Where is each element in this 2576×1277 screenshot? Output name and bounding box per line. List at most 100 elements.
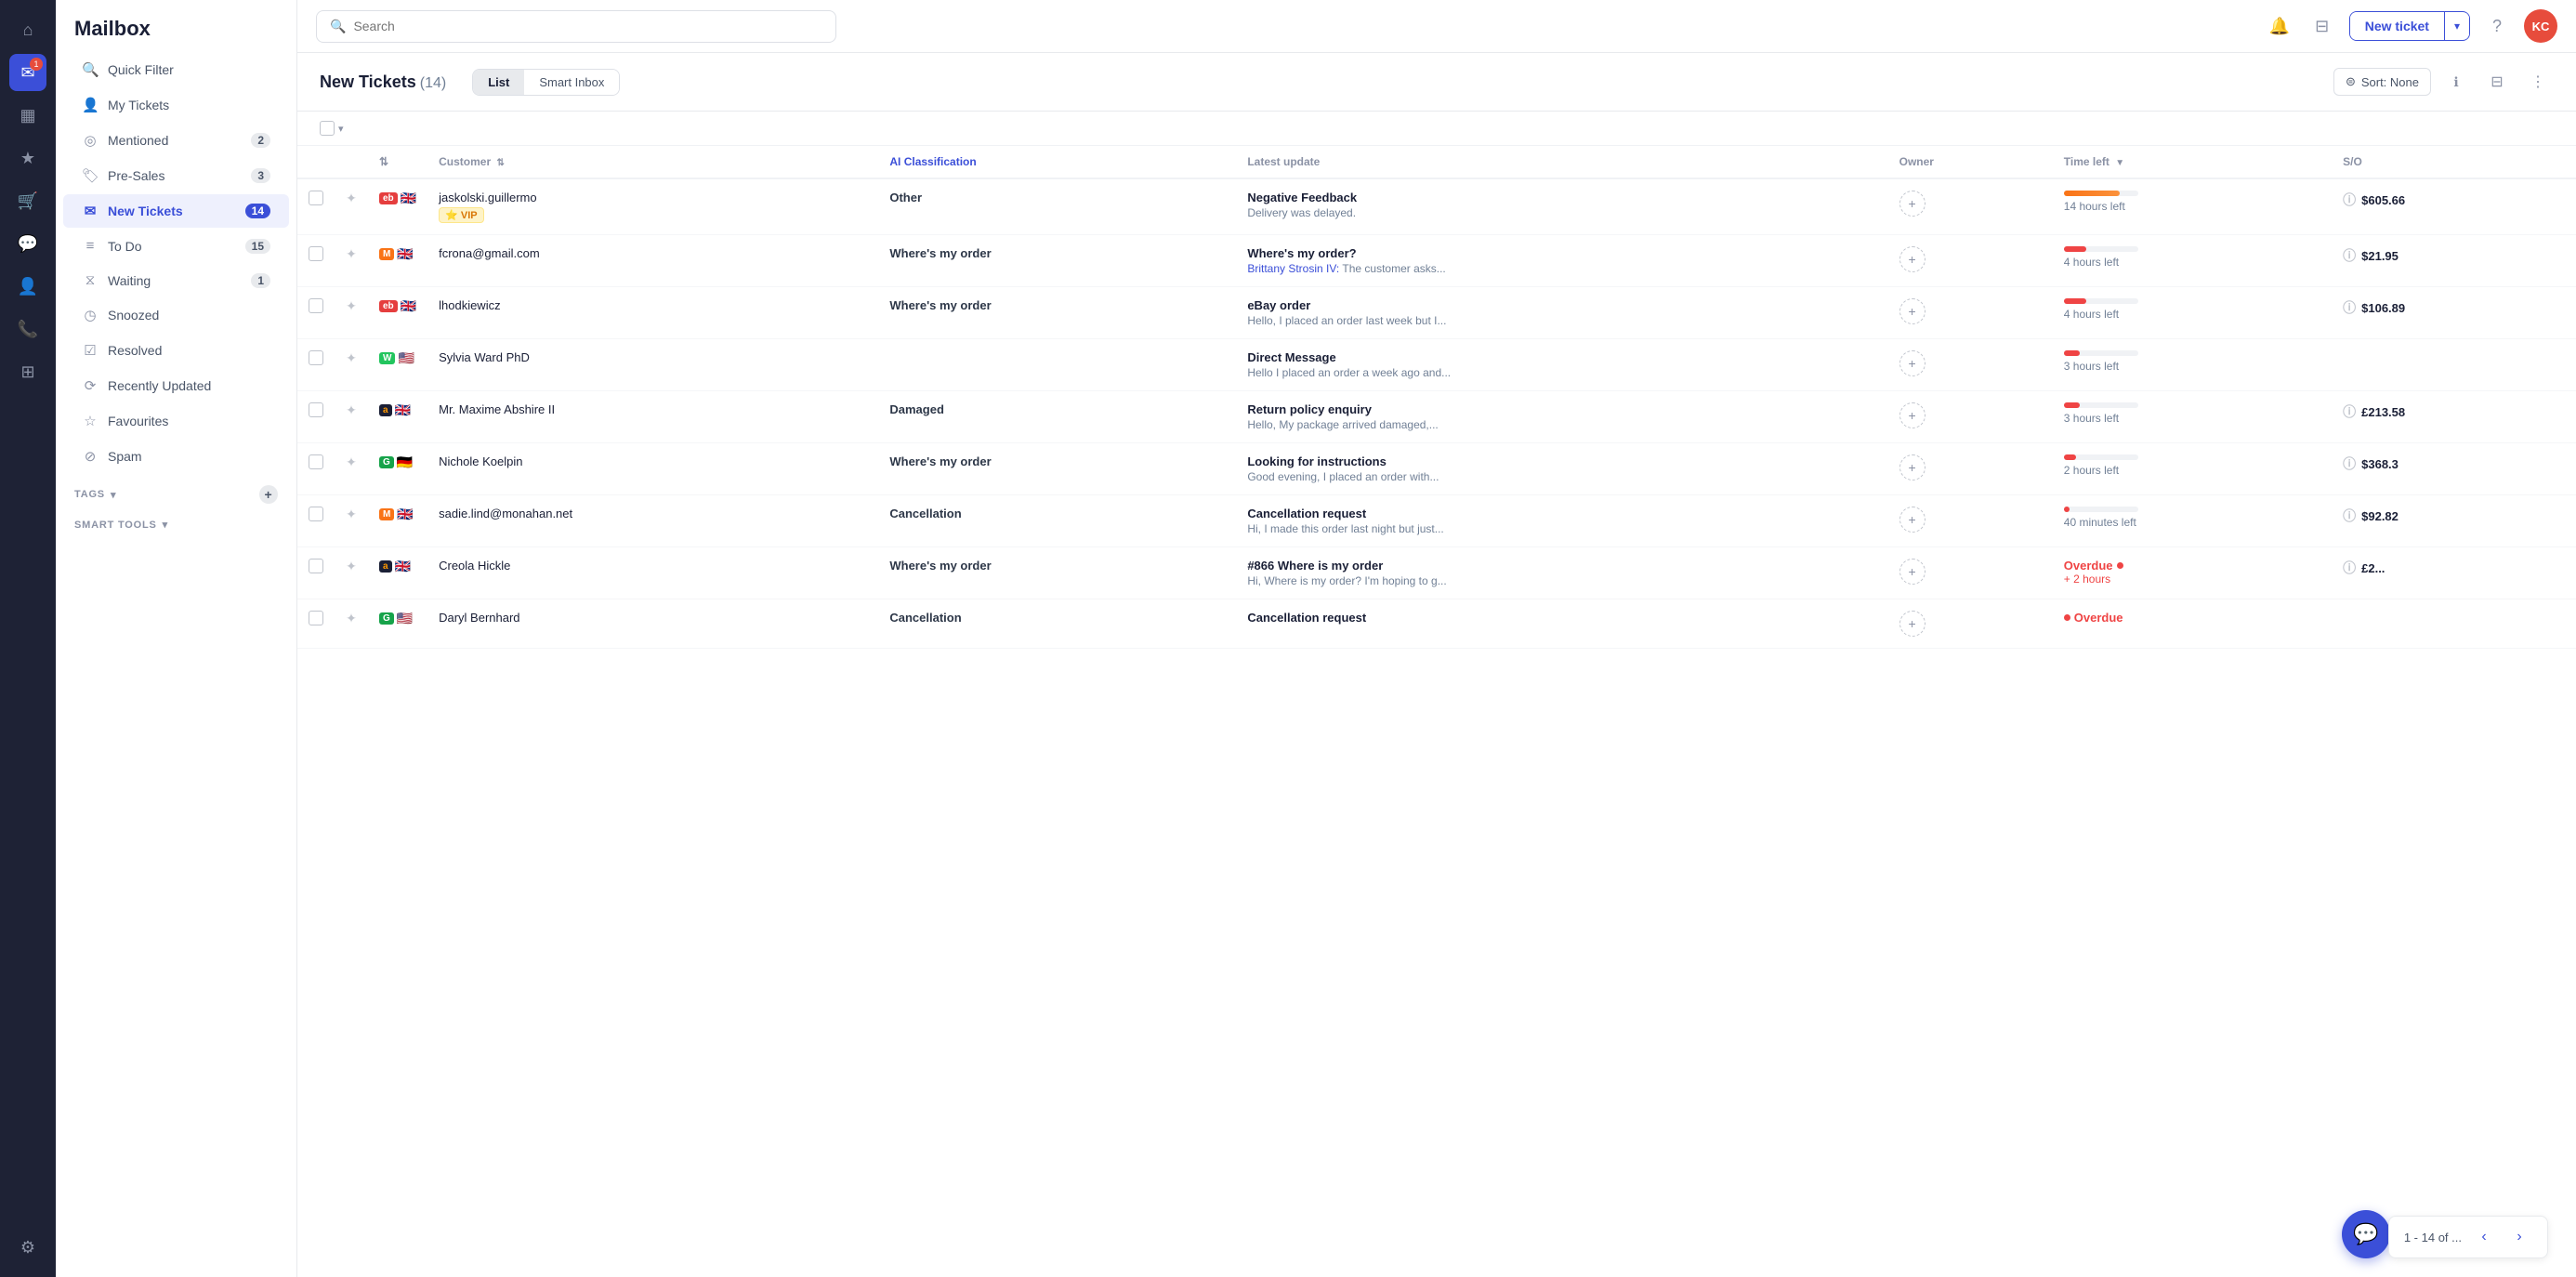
assign-owner-button[interactable]: + [1899,350,1925,376]
list-view-button[interactable]: List [473,70,524,95]
select-all-wrap[interactable]: ▾ [320,121,344,136]
settings-nav-icon[interactable]: ⚙ [9,1229,46,1266]
help-button[interactable]: ? [2481,10,2513,42]
sidebar-item-resolved[interactable]: ☑ Resolved [63,334,289,367]
tags-chevron-icon[interactable]: ▾ [111,489,116,501]
table-row[interactable]: ✦ a 🇬🇧 Mr. Maxime Abshire II Damaged Ret… [297,391,2576,443]
source-icons: W 🇺🇸 [379,350,416,366]
sidebar-item-mentioned[interactable]: ◎ Mentioned 2 [63,124,289,157]
table-row[interactable]: ✦ W 🇺🇸 Sylvia Ward PhD Direct Message He… [297,339,2576,391]
sidebar-item-quick-filter[interactable]: 🔍 Quick Filter [63,53,289,86]
time-bar-wrap [2064,191,2138,196]
row-checkbox[interactable] [309,507,323,521]
country-flag: 🇬🇧 [401,298,416,314]
sidebar-item-my-tickets[interactable]: 👤 My Tickets [63,88,289,122]
star-icon[interactable]: ✦ [346,559,357,574]
more-options-button[interactable]: ⋮ [2522,66,2554,98]
new-ticket-dropdown-arrow[interactable]: ▾ [2445,13,2469,39]
select-dropdown-icon[interactable]: ▾ [338,123,344,135]
star-icon[interactable]: ✦ [346,507,357,522]
sidebar-item-waiting[interactable]: ⧖ Waiting 1 [63,264,289,296]
source-sort-icon[interactable]: ⇅ [379,155,388,168]
new-ticket-button[interactable]: New ticket ▾ [2349,11,2470,41]
row-checkbox[interactable] [309,611,323,625]
search-input[interactable] [353,19,822,33]
assign-owner-button[interactable]: + [1899,191,1925,217]
star-icon[interactable]: ✦ [346,611,357,626]
pagination-next[interactable]: › [2506,1224,2532,1250]
table-row[interactable]: ✦ M 🇬🇧 sadie.lind@monahan.net Cancellati… [297,495,2576,547]
table-row[interactable]: ✦ eb 🇬🇧 lhodkiewicz Where's my order eBa… [297,287,2576,339]
assign-owner-button[interactable]: + [1899,298,1925,324]
star-icon[interactable]: ✦ [346,402,357,418]
groups-nav-icon[interactable]: ⊞ [9,353,46,390]
sidebar-item-favourites[interactable]: ☆ Favourites [63,404,289,438]
assign-owner-button[interactable]: + [1899,246,1925,272]
time-bar [2064,350,2081,356]
contacts-nav-icon[interactable]: 👤 [9,268,46,305]
country-flag: 🇬🇧 [401,191,416,206]
star-icon[interactable]: ✦ [346,246,357,262]
notification-button[interactable]: 🔔 [2264,10,2295,42]
star-nav-icon[interactable]: ★ [9,139,46,177]
phone-nav-icon[interactable]: 📞 [9,310,46,348]
assign-owner-button[interactable]: + [1899,559,1925,585]
assign-owner-button[interactable]: + [1899,611,1925,637]
table-row[interactable]: ✦ G 🇺🇸 Daryl Bernhard Cancellation Cance… [297,599,2576,649]
update-sub: Hello, My package arrived damaged,... [1247,418,1876,431]
table-row[interactable]: ✦ eb 🇬🇧 jaskolski.guillermo ⭐ VIP Other … [297,178,2576,235]
new-ticket-label[interactable]: New ticket [2350,12,2445,40]
search-box[interactable]: 🔍 [316,10,836,43]
sidebar-item-new-tickets[interactable]: ✉ New Tickets 14 [63,194,289,228]
classification-value: Where's my order [889,298,991,312]
row-checkbox[interactable] [309,402,323,417]
row-checkbox[interactable] [309,191,323,205]
add-tag-button[interactable]: + [259,485,278,504]
select-all-checkbox[interactable] [320,121,335,136]
chat-nav-icon[interactable]: 💬 [9,225,46,262]
row-checkbox[interactable] [309,559,323,573]
star-icon[interactable]: ✦ [346,454,357,470]
row-time-cell: Overdue + 2 hours [2053,547,2332,599]
row-checkbox-cell [297,235,335,287]
sidebar-item-to-do[interactable]: ≡ To Do 15 [63,230,289,262]
sidebar-item-recently-updated[interactable]: ⟳ Recently Updated [63,369,289,402]
smart-inbox-view-button[interactable]: Smart Inbox [524,70,619,95]
row-checkbox[interactable] [309,298,323,313]
chart-nav-icon[interactable]: ▦ [9,97,46,134]
star-icon[interactable]: ✦ [346,298,357,314]
customer-info: Mr. Maxime Abshire II [439,402,867,416]
col-customer[interactable]: Customer ⇅ [427,146,878,178]
pagination-prev[interactable]: ‹ [2471,1224,2497,1250]
columns-button[interactable]: ⊟ [2481,66,2513,98]
filter-view-button[interactable]: ⊟ [2307,10,2338,42]
home-nav-icon[interactable]: ⌂ [9,11,46,48]
col-time-left[interactable]: Time left ▼ [2053,146,2332,178]
assign-owner-button[interactable]: + [1899,507,1925,533]
info-button[interactable]: ℹ [2440,66,2472,98]
table-row[interactable]: ✦ a 🇬🇧 Creola Hickle Where's my order #8… [297,547,2576,599]
cart-nav-icon[interactable]: 🛒 [9,182,46,219]
sidebar-item-pre-sales[interactable]: 🏷 Pre-Sales 3 [63,159,289,192]
row-classification-cell: Where's my order [878,287,1236,339]
sidebar-item-snoozed[interactable]: ◷ Snoozed [63,298,289,332]
row-checkbox[interactable] [309,454,323,469]
assign-owner-button[interactable]: + [1899,454,1925,481]
star-icon[interactable]: ✦ [346,191,357,206]
time-text: 4 hours left [2064,256,2320,269]
table-row[interactable]: ✦ M 🇬🇧 fcrona@gmail.com Where's my order… [297,235,2576,287]
col-checkbox [297,146,335,178]
chat-bubble-button[interactable]: 💬 [2342,1210,2390,1258]
row-checkbox[interactable] [309,350,323,365]
so-value: $605.66 [2361,193,2405,207]
sidebar-item-spam[interactable]: ⊘ Spam [63,440,289,473]
assign-owner-button[interactable]: + [1899,402,1925,428]
sort-button[interactable]: ⊜ Sort: None [2333,68,2431,96]
mailbox-nav-icon[interactable]: ✉ 1 [9,54,46,91]
row-checkbox[interactable] [309,246,323,261]
table-row[interactable]: ✦ G 🇩🇪 Nichole Koelpin Where's my order … [297,443,2576,495]
row-star-cell: ✦ [335,287,368,339]
star-icon[interactable]: ✦ [346,350,357,366]
smart-tools-chevron-icon[interactable]: ▾ [163,519,168,531]
avatar[interactable]: KC [2524,9,2557,43]
